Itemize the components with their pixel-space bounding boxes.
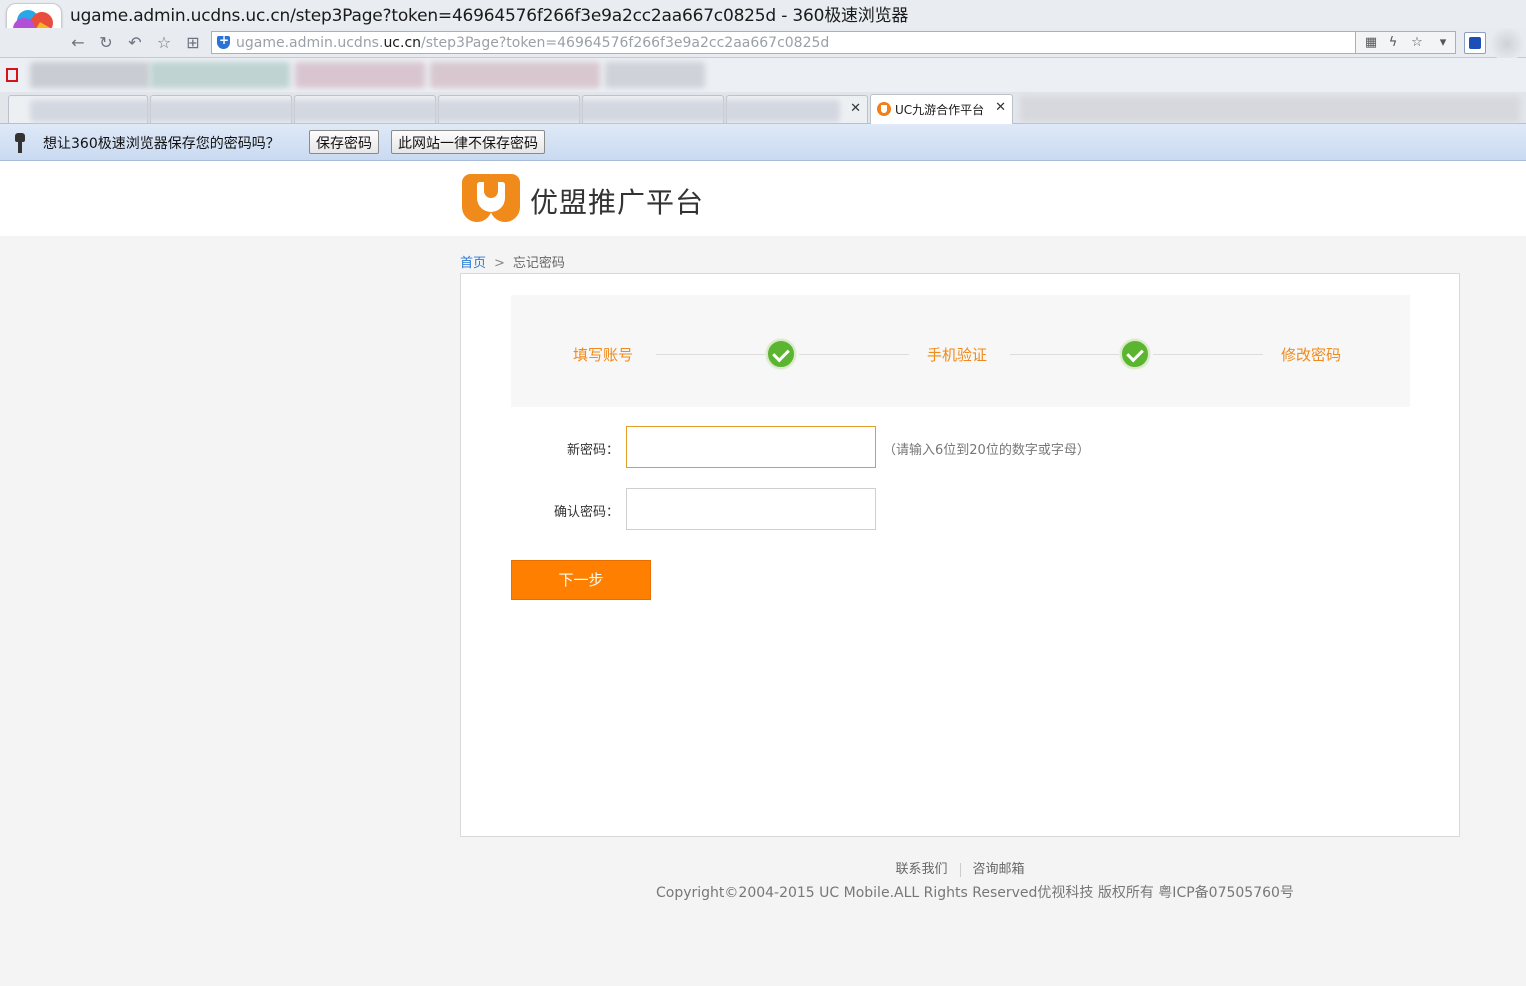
breadcrumb: 首页 > 忘记密码	[460, 252, 565, 271]
step-3-label: 修改密码	[1281, 346, 1342, 364]
undo-close-icon[interactable]: ↶	[125, 33, 145, 53]
step-connector	[1153, 354, 1263, 355]
dropdown-icon[interactable]: ▾	[1434, 34, 1452, 52]
address-tools: ▦ ϟ ☆ ▾	[1356, 31, 1456, 54]
step-2-check-icon	[1120, 339, 1150, 369]
favorite-icon[interactable]: ☆	[154, 33, 174, 53]
apps-grid-icon[interactable]: ⊞	[183, 33, 203, 53]
contact-us-link[interactable]: 联系我们	[895, 862, 947, 877]
step-connector	[1010, 354, 1120, 355]
footer-links: 联系我们 咨询邮箱	[0, 858, 1526, 877]
next-step-button[interactable]: 下一步	[511, 560, 651, 600]
browser-titlebar: ugame.admin.ucdns.uc.cn/step3Page?token=…	[0, 0, 1526, 28]
site-header: 优盟推广平台	[0, 161, 1526, 236]
favorites-bar	[0, 58, 1526, 92]
uc-favicon-icon	[877, 102, 891, 116]
confirm-password-label: 确认密码：	[553, 505, 619, 520]
footer-divider	[959, 862, 961, 877]
new-password-label: 新密码：	[566, 443, 619, 458]
tab-close-icon[interactable]: ✕	[995, 100, 1006, 116]
breadcrumb-home-link[interactable]: 首页	[460, 256, 486, 271]
key-icon	[14, 133, 26, 153]
tab-close-icon[interactable]: ✕	[850, 101, 861, 117]
bookmark-item[interactable]	[430, 62, 600, 88]
never-save-password-button[interactable]: 此网站一律不保存密码	[391, 130, 545, 154]
bookmark-item[interactable]	[30, 62, 150, 88]
tab-blur-overlay	[1020, 96, 1520, 122]
tab-blur-overlay	[30, 100, 840, 122]
lightning-icon[interactable]: ϟ	[1384, 34, 1402, 52]
tab-bar: ✕ UC九游合作平台 ✕	[0, 92, 1526, 124]
breadcrumb-separator: >	[494, 256, 505, 271]
save-password-button[interactable]: 保存密码	[309, 130, 379, 154]
browser-navbar: ← ↻ ↶ ☆ ⊞ ugame.admin.ucdns.uc.cn/step3P…	[0, 28, 1526, 58]
step-connector	[799, 354, 909, 355]
password-prompt-text: 想让360极速浏览器保存您的密码吗？	[43, 136, 280, 152]
window-title: ugame.admin.ucdns.uc.cn/step3Page?token=…	[70, 6, 909, 26]
umeng-logo-icon[interactable]	[462, 174, 520, 224]
bookmark-item[interactable]	[295, 62, 425, 88]
qr-code-icon[interactable]: ▦	[1362, 34, 1380, 52]
star-icon[interactable]: ☆	[1408, 34, 1426, 52]
tab-active-label: UC九游合作平台	[895, 103, 985, 117]
extension-paw-icon[interactable]	[1464, 32, 1486, 54]
site-logo-text[interactable]: 优盟推广平台	[530, 181, 704, 221]
step-connector	[656, 354, 766, 355]
security-shield-icon	[217, 33, 230, 49]
bookmark-item[interactable]	[150, 62, 290, 88]
back-icon[interactable]: ←	[68, 33, 88, 53]
bookmark-item[interactable]	[605, 62, 705, 88]
step-2-label: 手机验证	[927, 346, 988, 364]
step-1-check-icon	[766, 339, 796, 369]
password-save-bar: 想让360极速浏览器保存您的密码吗？ 保存密码 此网站一律不保存密码	[0, 124, 1526, 161]
copyright-text: Copyright©2004-2015 UC Mobile.ALL Rights…	[656, 885, 1294, 901]
user-avatar[interactable]	[1488, 28, 1526, 60]
new-password-input[interactable]	[626, 426, 876, 468]
tab-active[interactable]: UC九游合作平台 ✕	[870, 94, 1013, 124]
consult-email-link[interactable]: 咨询邮箱	[973, 862, 1025, 877]
address-url[interactable]: ugame.admin.ucdns.uc.cn/step3Page?token=…	[236, 35, 829, 51]
reload-icon[interactable]: ↻	[96, 33, 116, 53]
bookmark-icon[interactable]	[6, 68, 18, 82]
progress-steps: 填写账号 手机验证 修改密码	[511, 295, 1410, 407]
confirm-password-input[interactable]	[626, 488, 876, 530]
new-password-hint: （请输入6位到20位的数字或字母）	[883, 443, 1090, 458]
breadcrumb-current: 忘记密码	[512, 256, 565, 271]
step-1-label: 填写账号	[573, 346, 634, 364]
address-bar[interactable]: ugame.admin.ucdns.uc.cn/step3Page?token=…	[211, 31, 1356, 54]
reset-password-panel: 填写账号 手机验证 修改密码 新密码： （请输入6位到20位的数字或字母） 确认…	[460, 273, 1460, 837]
